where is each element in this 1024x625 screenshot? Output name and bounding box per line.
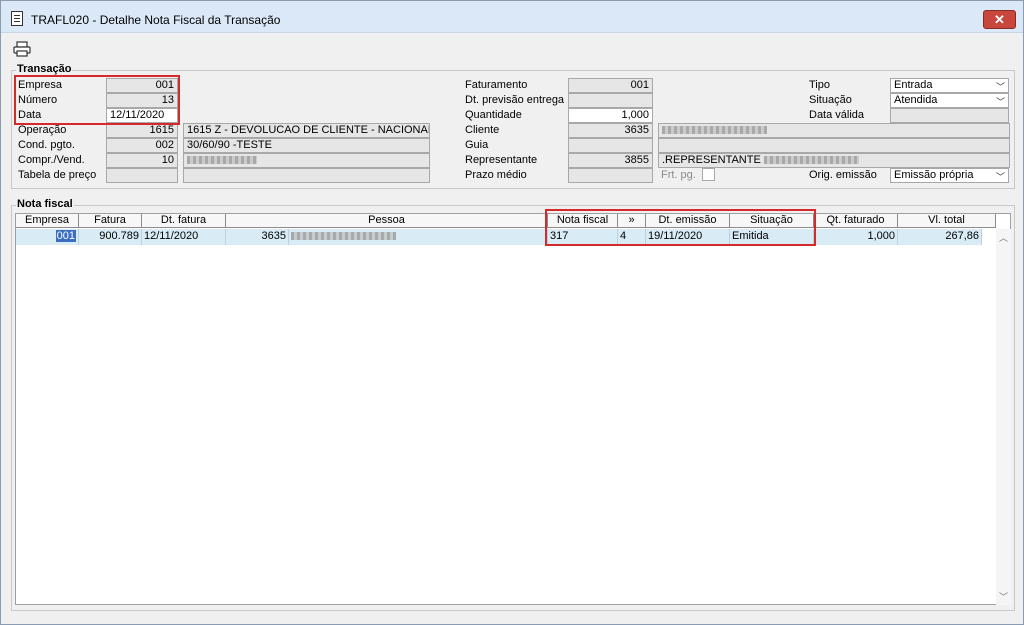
representante-desc-field: .REPRESENTANTE [658, 153, 1010, 168]
orig-emissao-label: Orig. emissão [809, 169, 877, 181]
cell-dt-fatura[interactable]: 12/11/2020 [142, 229, 226, 245]
faturamento-label: Faturamento [465, 79, 528, 91]
guia-code-field[interactable] [568, 138, 653, 153]
cond-pgto-label: Cond. pgto. [18, 139, 75, 151]
redacted-text [763, 156, 859, 165]
window-title: TRAFL020 - Detalhe Nota Fiscal da Transa… [31, 13, 281, 27]
cond-pgto-code-field[interactable]: 002 [106, 138, 178, 153]
guia-desc-field [658, 138, 1010, 153]
cliente-code-field[interactable]: 3635 [568, 123, 653, 138]
nota-fiscal-legend: Nota fiscal [16, 198, 74, 210]
orig-emissao-value: Emissão própria [894, 169, 974, 181]
dt-previsao-field[interactable] [568, 93, 653, 108]
close-button[interactable]: ✕ [983, 10, 1016, 29]
operacao-code-field[interactable]: 1615 [106, 123, 178, 138]
nota-fiscal-grid[interactable]: Empresa Fatura Dt. fatura Pessoa Nota fi… [15, 213, 1011, 605]
redacted-text [187, 156, 257, 165]
operacao-label: Operação [18, 124, 67, 136]
compr-vend-code-field[interactable]: 10 [106, 153, 178, 168]
situacao-select[interactable]: Atendida ﹀ [890, 93, 1009, 108]
faturamento-field[interactable]: 001 [568, 78, 653, 93]
tipo-label: Tipo [809, 79, 830, 91]
col-header-vl-total[interactable]: Vl. total [898, 214, 996, 228]
representante-desc-text: .REPRESENTANTE [662, 154, 761, 166]
quantidade-field[interactable]: 1,000 [568, 108, 653, 123]
cell-empresa-value: 001 [55, 230, 76, 242]
prazo-medio-field[interactable] [568, 168, 653, 183]
prazo-medio-label: Prazo médio [465, 169, 527, 181]
scroll-up-icon[interactable]: ︿ [999, 231, 1008, 244]
highlight-box-transacao [14, 75, 180, 125]
frt-pg-label: Frt. pg. [661, 169, 696, 181]
quantidade-label: Quantidade [465, 109, 522, 121]
guia-label: Guia [465, 139, 489, 151]
transacao-legend: Transação [16, 63, 73, 75]
col-header-qt-faturado[interactable]: Qt. faturado [814, 214, 898, 228]
cell-vl-total[interactable]: 267,86 [898, 229, 982, 245]
data-valida-field[interactable] [890, 108, 1009, 123]
col-header-empresa[interactable]: Empresa [16, 214, 79, 228]
cell-empresa[interactable]: 001 [16, 229, 79, 245]
representante-code-field[interactable]: 3855 [568, 153, 653, 168]
cell-fatura[interactable]: 900.789 [79, 229, 142, 245]
cliente-desc-field [658, 123, 1010, 138]
cond-pgto-desc-field: 30/60/90 -TESTE [183, 138, 430, 153]
printer-icon[interactable] [13, 41, 31, 57]
situacao-label: Situação [809, 94, 852, 106]
title-bar: TRAFL020 - Detalhe Nota Fiscal da Transa… [1, 1, 1023, 33]
orig-emissao-select[interactable]: Emissão própria ﹀ [890, 168, 1009, 183]
operacao-desc-field: 1615 Z - DEVOLUCAO DE CLIENTE - NACIONAL [183, 123, 430, 138]
vertical-scrollbar[interactable]: ︿ ﹀ [996, 229, 1011, 605]
frt-pg-checkbox[interactable] [702, 168, 715, 181]
dt-previsao-label: Dt. previsão entrega [465, 94, 565, 106]
cliente-label: Cliente [465, 124, 500, 136]
tipo-value: Entrada [894, 79, 933, 91]
cell-pessoa-name[interactable] [289, 229, 548, 245]
tabela-preco-code-field[interactable] [106, 168, 178, 183]
chevron-down-icon: ﹀ [995, 172, 1005, 182]
cell-pessoa-code[interactable]: 3635 [226, 229, 289, 245]
col-header-pessoa[interactable]: Pessoa [226, 214, 548, 228]
tipo-select[interactable]: Entrada ﹀ [890, 78, 1009, 93]
tabela-preco-label: Tabela de preço [18, 169, 97, 181]
scroll-down-icon[interactable]: ﹀ [999, 590, 1008, 603]
redacted-text [291, 232, 396, 241]
highlight-box-nota-fiscal [545, 209, 816, 246]
col-header-dt-fatura[interactable]: Dt. fatura [142, 214, 226, 228]
compr-vend-desc-field [183, 153, 430, 168]
data-valida-label: Data válida [809, 109, 865, 121]
tabela-preco-desc-field [183, 168, 430, 183]
col-header-fatura[interactable]: Fatura [79, 214, 142, 228]
compr-vend-label: Compr./Vend. [18, 154, 85, 166]
app-window: TRAFL020 - Detalhe Nota Fiscal da Transa… [0, 0, 1024, 625]
document-icon [11, 11, 23, 26]
situacao-value: Atendida [894, 94, 938, 106]
redacted-text [662, 126, 767, 135]
representante-label: Representante [465, 154, 538, 166]
cell-qt-faturado[interactable]: 1,000 [814, 229, 898, 245]
